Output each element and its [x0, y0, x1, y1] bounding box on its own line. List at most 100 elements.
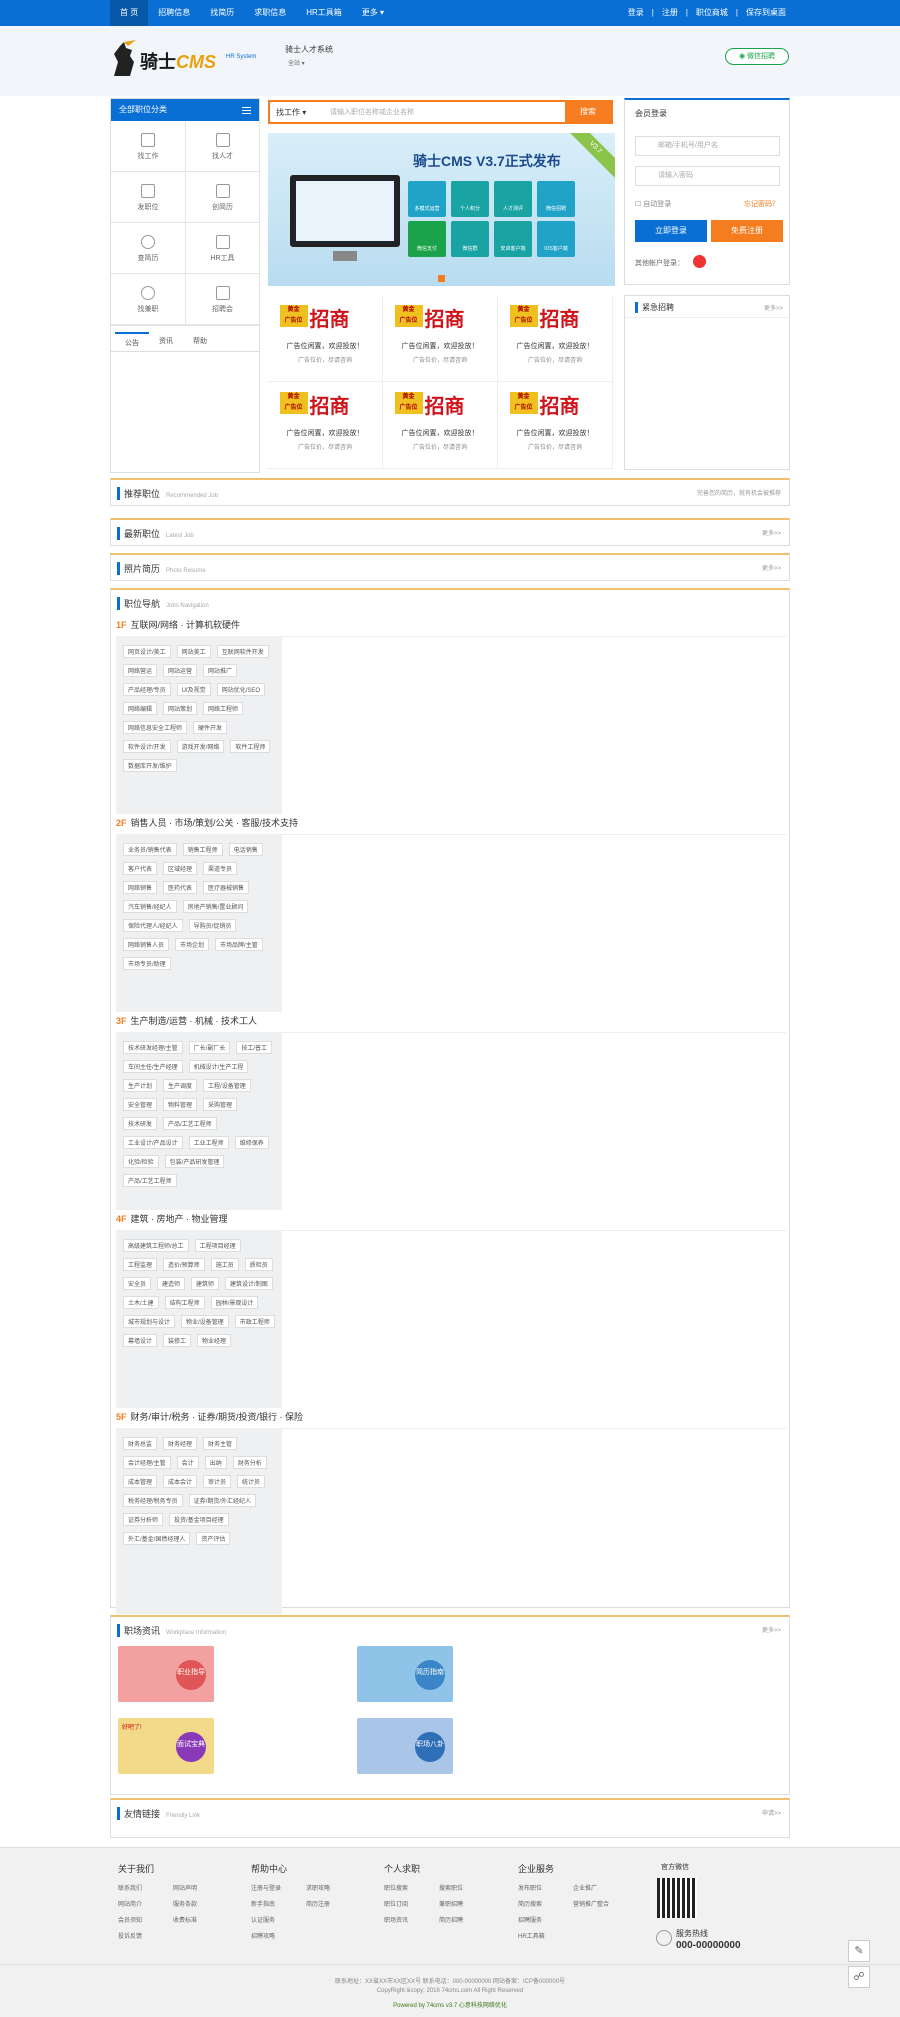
footer-link[interactable]: 收费标准	[173, 1915, 228, 1924]
job-tag[interactable]: 技工/普工	[236, 1041, 273, 1054]
news-interview-tips[interactable]: 好吧了! 面试宝典	[118, 1718, 214, 1774]
section-more-link[interactable]: 更多>>	[762, 1625, 781, 1634]
footer-link[interactable]: 招聘攻略	[251, 1931, 306, 1940]
job-tag[interactable]: 城市规划与设计	[123, 1315, 176, 1328]
register-link[interactable]: 注册	[658, 0, 682, 26]
job-tag[interactable]: 投资/基金项目经理	[169, 1513, 229, 1526]
ad-slot[interactable]: 黄金 广告位 招商 广告位闲置，欢迎投放！ 广告位价，尽请咨询	[498, 295, 613, 382]
job-tag[interactable]: 证券/期货/外汇经纪人	[188, 1494, 257, 1507]
job-tag[interactable]: 网络销售	[123, 881, 158, 894]
footer-link[interactable]: 企业推广	[573, 1883, 628, 1892]
job-tag[interactable]: 财务主管	[203, 1437, 238, 1450]
job-tag[interactable]: 统计员	[237, 1475, 266, 1488]
job-tag[interactable]: 客户代表	[123, 862, 158, 875]
footer-link[interactable]: 注册与登录	[251, 1883, 306, 1892]
job-tag[interactable]: 工程项目经理	[194, 1239, 241, 1252]
job-tag[interactable]: 导购员/促销员	[188, 919, 237, 932]
job-tag[interactable]: 市场品牌/主管	[215, 938, 263, 951]
job-tag[interactable]: 机械设计/生产工程	[188, 1060, 249, 1073]
search-button[interactable]: 搜索	[565, 102, 611, 122]
footer-link[interactable]: 兼职招聘	[439, 1899, 494, 1908]
job-tag[interactable]: 装修工	[163, 1334, 192, 1347]
password-input[interactable]: 请输入密码	[635, 166, 780, 186]
job-tag[interactable]: 车间主任/生产经理	[123, 1060, 183, 1073]
footer-link[interactable]: HR工具箱	[518, 1931, 573, 1940]
job-tag[interactable]: 区域经理	[163, 862, 198, 875]
job-tag[interactable]: 施工员	[210, 1258, 239, 1271]
username-input[interactable]: 邮箱/手机号/用户名	[635, 136, 780, 156]
job-tag[interactable]: 网络营运	[123, 664, 158, 677]
nav-job-info[interactable]: 求职信息	[244, 0, 296, 26]
job-tag[interactable]: 化验/检验	[123, 1155, 159, 1168]
nav-jobs[interactable]: 招聘信息	[148, 0, 200, 26]
remember-checkbox[interactable]: ☐ 自动登录	[635, 199, 671, 209]
job-tag[interactable]: 产品经理/专员	[123, 683, 171, 696]
job-tag[interactable]: 出纳	[204, 1456, 227, 1469]
job-tag[interactable]: 质检员	[244, 1258, 273, 1271]
job-tag[interactable]: UI及视觉	[176, 683, 211, 696]
footer-link[interactable]: 联系我们	[118, 1883, 173, 1892]
ad-slot[interactable]: 黄金 广告位 招商 广告位闲置，欢迎投放！ 广告位价，尽请咨询	[268, 295, 383, 382]
banner[interactable]: 骑士CMS V3.7正式发布 V3.7 多模式运营 个人积分 人才测评 微信招聘…	[268, 133, 615, 286]
job-tag[interactable]: 结构工程师	[164, 1296, 205, 1309]
job-tag[interactable]: 土木/土建	[123, 1296, 159, 1309]
job-tag[interactable]: 审计员	[203, 1475, 232, 1488]
quick-search-resume[interactable]: 查简历	[111, 223, 186, 274]
job-tag[interactable]: 建筑师	[191, 1277, 220, 1290]
footer-link[interactable]: 营销推广整合	[573, 1899, 628, 1908]
job-tag[interactable]: 安全员	[123, 1277, 152, 1290]
job-tag[interactable]: 外汇/基金/国债经理人	[123, 1532, 191, 1545]
job-tag[interactable]: 产品/工艺工程师	[163, 1117, 217, 1130]
site-logo[interactable]: 骑士CMS HR System	[108, 40, 258, 80]
mall-link[interactable]: 职位商城	[692, 0, 732, 26]
quick-job-fair[interactable]: 招聘会	[186, 274, 260, 325]
job-tag[interactable]: 网站运营	[163, 664, 198, 677]
job-tag[interactable]: 工业工程师	[188, 1136, 229, 1149]
section-more-link[interactable]: 更多>>	[762, 563, 781, 572]
job-tag[interactable]: 物业经理	[197, 1334, 232, 1347]
search-input[interactable]: 请输入职位名称或企业名称	[330, 106, 530, 120]
quick-find-talent[interactable]: 找人才	[186, 121, 260, 172]
job-tag[interactable]: 市场企划	[175, 938, 210, 951]
job-tag[interactable]: 医疗器械销售	[203, 881, 250, 894]
login-button[interactable]: 立即登录	[635, 220, 707, 242]
job-tag[interactable]: 汽车销售/经纪人	[123, 900, 177, 913]
job-tag[interactable]: 工业设计/产品设计	[123, 1136, 183, 1149]
job-tag[interactable]: 网站美工	[176, 645, 211, 658]
job-tag[interactable]: 业务员/销售代表	[123, 843, 177, 856]
ad-slot[interactable]: 黄金 广告位 招商 广告位闲置，欢迎投放！ 广告位价，尽请咨询	[498, 382, 613, 469]
job-tag[interactable]: 造价/预算师	[163, 1258, 205, 1271]
footer-link[interactable]: 职场资讯	[384, 1915, 439, 1924]
job-tag[interactable]: 证券分析师	[123, 1513, 164, 1526]
job-tag[interactable]: 成本会计	[163, 1475, 198, 1488]
category-header[interactable]: 全部职位分类	[111, 99, 259, 121]
nav-hr-tools[interactable]: HR工具箱	[296, 0, 352, 26]
job-tag[interactable]: 市政工程师	[234, 1315, 275, 1328]
quick-part-time[interactable]: 找兼职	[111, 274, 186, 325]
footer-link[interactable]: 认证服务	[251, 1915, 306, 1924]
urgent-more-link[interactable]: 更多>>	[764, 303, 783, 312]
job-tag[interactable]: 软件设计/开发	[123, 740, 171, 753]
footer-link[interactable]: 投诉反馈	[118, 1931, 173, 1940]
job-tag[interactable]: 电话销售	[228, 843, 263, 856]
job-tag[interactable]: 维修保养	[234, 1136, 269, 1149]
job-tag[interactable]: 市场专员/助理	[123, 957, 171, 970]
job-tag[interactable]: 税务经理/税务专员	[123, 1494, 183, 1507]
job-tag[interactable]: 网站优化/SEO	[216, 683, 266, 696]
footer-link[interactable]: 简历招聘	[439, 1915, 494, 1924]
footer-link[interactable]: 新手指南	[251, 1899, 306, 1908]
job-tag[interactable]: 资产评估	[196, 1532, 231, 1545]
footer-link[interactable]: 招聘服务	[518, 1915, 573, 1924]
job-tag[interactable]: 网站策划	[163, 702, 198, 715]
tab-news[interactable]: 资讯	[149, 332, 183, 351]
job-tag[interactable]: 幕墙设计	[123, 1334, 158, 1347]
job-tag[interactable]: 生产调度	[163, 1079, 198, 1092]
section-more-link[interactable]: 完善您的简历，就有机会被推荐	[697, 488, 781, 497]
job-tag[interactable]: 工程监理	[123, 1258, 158, 1271]
wechat-button[interactable]: ◉ 微信招聘	[725, 48, 789, 65]
job-tag[interactable]: 网络工程师	[203, 702, 244, 715]
register-button[interactable]: 免费注册	[711, 220, 783, 242]
job-tag[interactable]: 物料管理	[163, 1098, 198, 1111]
job-tag[interactable]: 网页设计/美工	[123, 645, 171, 658]
section-more-link[interactable]: 更多>>	[762, 528, 781, 537]
